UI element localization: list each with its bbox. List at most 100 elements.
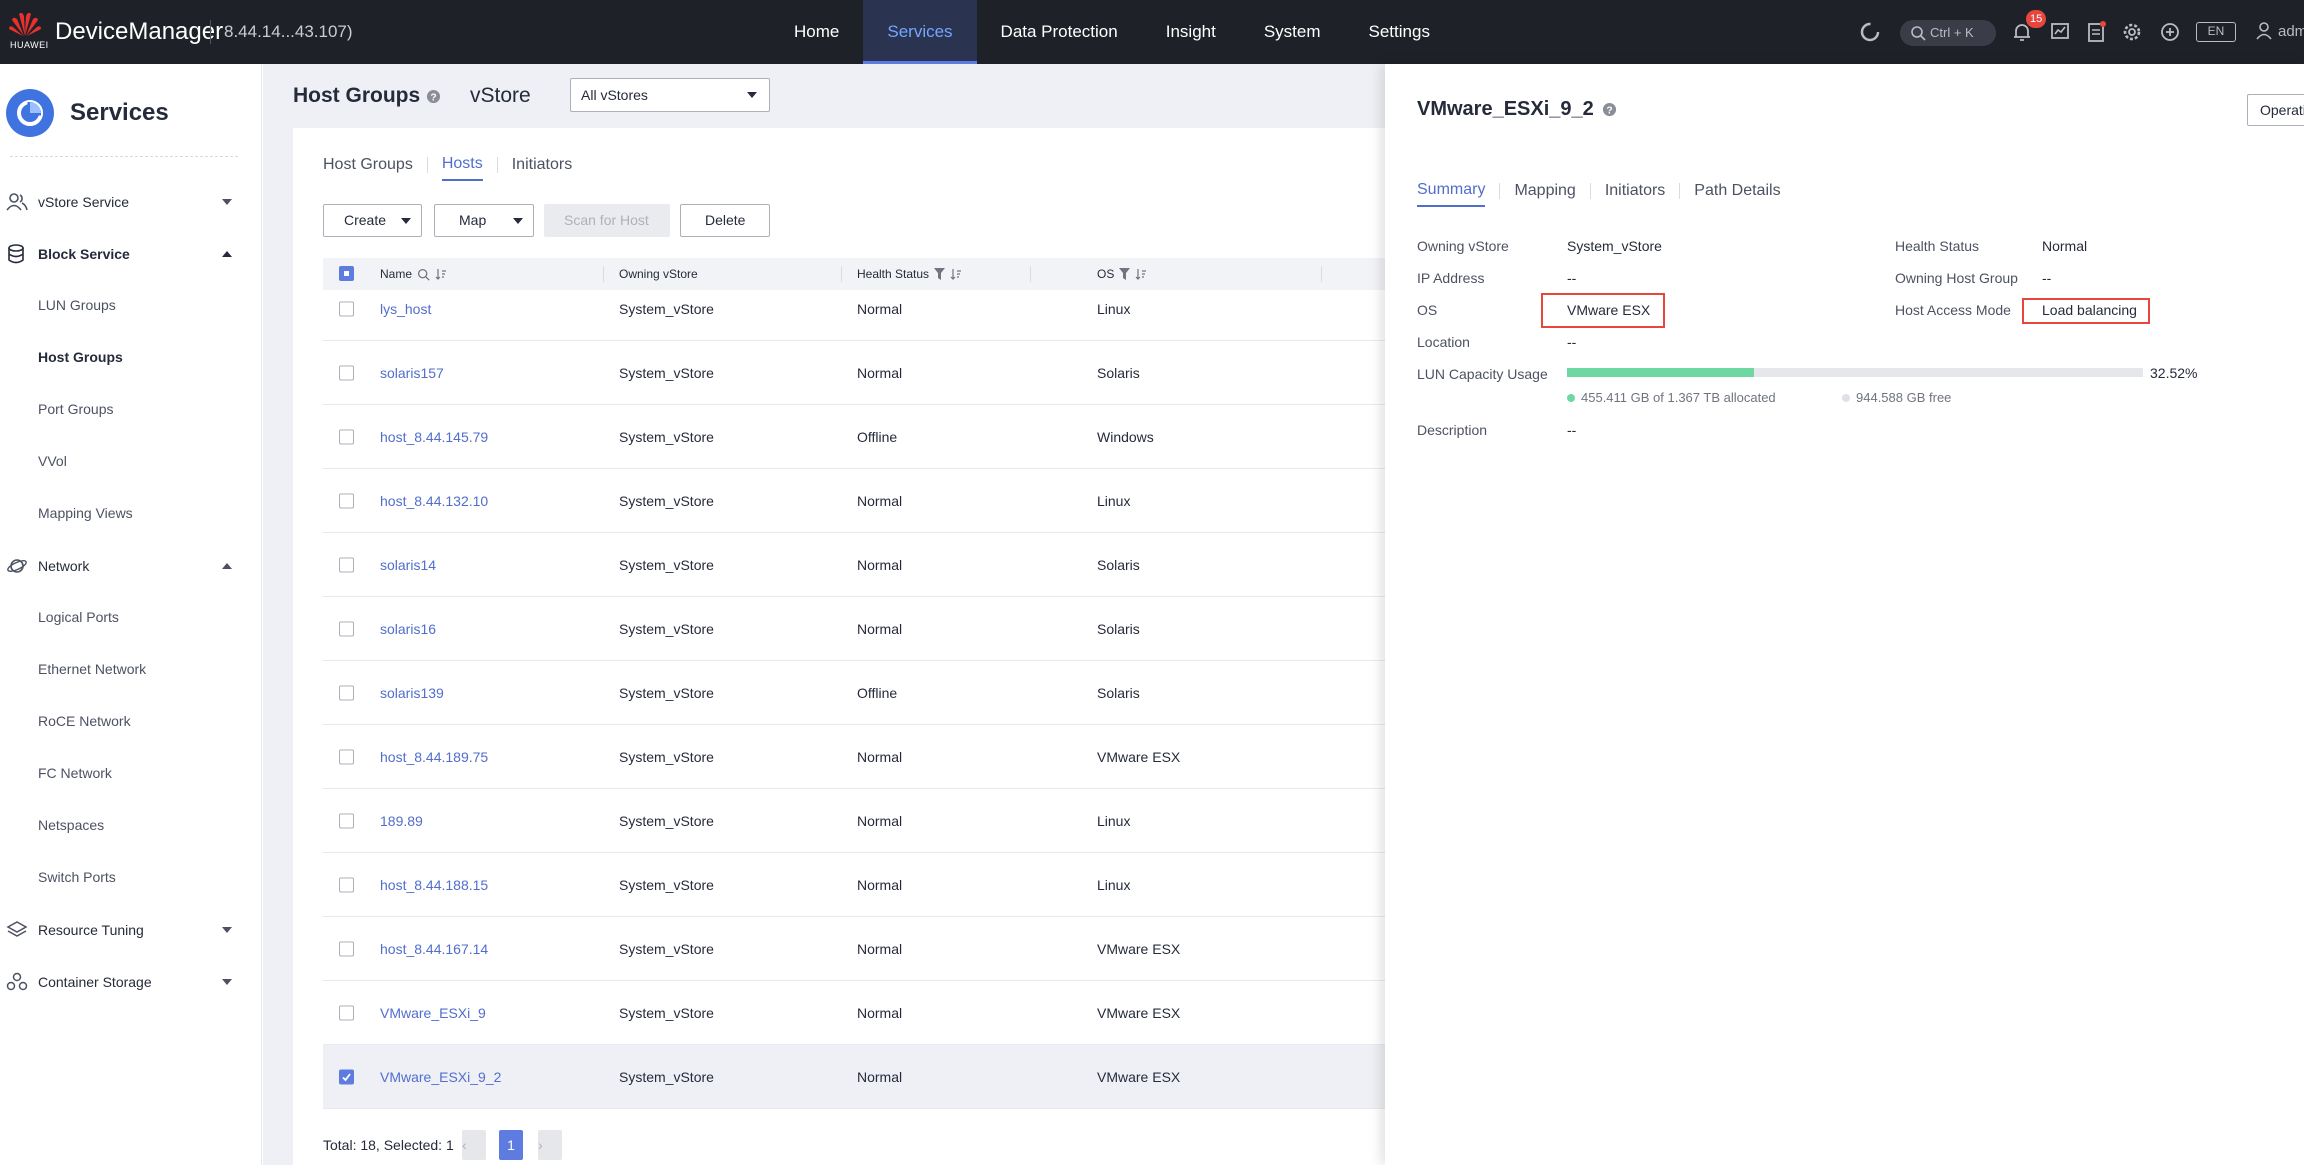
containers-icon — [6, 972, 28, 992]
row-checkbox[interactable] — [339, 429, 354, 444]
location-label: Location — [1417, 334, 1470, 350]
sidebar-item-container-storage[interactable]: Container Storage — [0, 964, 245, 1000]
nav-home[interactable]: Home — [770, 0, 863, 64]
help-icon[interactable]: ? — [1602, 102, 1617, 117]
page-number-button[interactable]: 1 — [499, 1130, 523, 1160]
host-name-link[interactable]: solaris157 — [380, 365, 444, 381]
table-row[interactable]: host_8.44.188.15 System_vStore Normal Li… — [323, 853, 1385, 917]
host-name-link[interactable]: host_8.44.189.75 — [380, 749, 488, 765]
os-cell: Linux — [1097, 812, 1131, 829]
operation-button[interactable]: Operati — [2247, 94, 2304, 126]
map-button[interactable]: Map — [434, 204, 534, 237]
vstore-select-value: All vStores — [581, 87, 648, 103]
sidebar: Services vStore Service Block Service LU… — [0, 64, 262, 1165]
table-row[interactable]: VMware_ESXi_9 System_vStore Normal VMwar… — [323, 981, 1385, 1045]
host-name-link[interactable]: host_8.44.167.14 — [380, 941, 488, 957]
divider — [10, 156, 238, 157]
add-circle-icon[interactable] — [2158, 20, 2182, 44]
tab-summary[interactable]: Summary — [1417, 181, 1486, 207]
host-name-link[interactable]: solaris16 — [380, 621, 436, 637]
row-checkbox[interactable] — [339, 877, 354, 892]
table-row[interactable]: solaris139 System_vStore Offline Solaris — [323, 661, 1385, 725]
host-name-link[interactable]: lys_host — [380, 301, 431, 317]
lun-capacity-bar — [1567, 368, 2143, 377]
sidebar-item-network[interactable]: Network — [0, 548, 245, 584]
table-row[interactable]: lys_host System_vStore Normal Linux — [323, 277, 1385, 341]
owning-vstore-cell: System_vStore — [619, 620, 714, 637]
monitor-chart-icon[interactable] — [2048, 20, 2072, 44]
task-list-icon[interactable] — [2084, 20, 2108, 44]
row-checkbox[interactable] — [339, 1005, 354, 1020]
row-checkbox[interactable] — [339, 365, 354, 380]
host-name-link[interactable]: host_8.44.132.10 — [380, 493, 488, 509]
health-status-cell: Offline — [857, 428, 898, 445]
row-checkbox[interactable] — [339, 301, 354, 316]
sidebar-item-mapping-views[interactable]: Mapping Views — [0, 496, 245, 530]
row-checkbox[interactable] — [339, 493, 354, 508]
table-row[interactable]: solaris14 System_vStore Normal Solaris — [323, 533, 1385, 597]
tab-hosts[interactable]: Hosts — [441, 155, 483, 181]
nav-services[interactable]: Services — [863, 0, 977, 64]
vstore-select[interactable]: All vStores — [570, 78, 770, 112]
table-row[interactable]: host_8.44.189.75 System_vStore Normal VM… — [323, 725, 1385, 789]
chevron-up-icon — [222, 563, 232, 569]
table-row[interactable]: host_8.44.167.14 System_vStore Normal VM… — [323, 917, 1385, 981]
host-name-link[interactable]: host_8.44.145.79 — [380, 429, 488, 445]
table-row[interactable]: solaris16 System_vStore Normal Solaris — [323, 597, 1385, 661]
sidebar-item-roce-network[interactable]: RoCE Network — [0, 704, 245, 738]
table-row[interactable]: host_8.44.132.10 System_vStore Normal Li… — [323, 469, 1385, 533]
sidebar-item-fc-network[interactable]: FC Network — [0, 756, 245, 790]
host-name-link[interactable]: solaris14 — [380, 557, 436, 573]
scan-for-host-button[interactable]: Scan for Host — [544, 204, 670, 237]
tab-mapping[interactable]: Mapping — [1514, 182, 1575, 206]
tab-path-details[interactable]: Path Details — [1694, 182, 1780, 206]
delete-button[interactable]: Delete — [680, 204, 770, 237]
sidebar-item-lun-groups[interactable]: LUN Groups — [0, 288, 245, 322]
global-search[interactable]: Ctrl + K — [1900, 20, 1996, 46]
host-name-link[interactable]: VMware_ESXi_9 — [380, 1005, 486, 1021]
table-row[interactable]: solaris157 System_vStore Normal Solaris — [323, 341, 1385, 405]
sidebar-item-vvol[interactable]: VVol — [0, 444, 245, 478]
sidebar-item-vstore-service[interactable]: vStore Service — [0, 184, 245, 220]
tab-initiators[interactable]: Initiators — [512, 156, 572, 180]
table-row[interactable]: host_8.44.145.79 System_vStore Offline W… — [323, 405, 1385, 469]
sidebar-item-switch-ports[interactable]: Switch Ports — [0, 860, 245, 894]
next-page-button[interactable]: › — [538, 1130, 562, 1160]
row-checkbox[interactable] — [339, 621, 354, 636]
sidebar-item-resource-tuning[interactable]: Resource Tuning — [0, 912, 245, 948]
nav-insight[interactable]: Insight — [1142, 0, 1240, 64]
host-name-link[interactable]: host_8.44.188.15 — [380, 877, 488, 893]
gear-icon[interactable] — [2120, 20, 2144, 44]
sidebar-item-logical-ports[interactable]: Logical Ports — [0, 600, 245, 634]
table-row[interactable]: 189.89 System_vStore Normal Linux — [323, 789, 1385, 853]
language-switch[interactable]: EN — [2196, 22, 2236, 42]
user-menu[interactable]: adm — [2256, 22, 2304, 40]
row-checkbox[interactable] — [339, 1069, 354, 1084]
user-name: adm — [2278, 22, 2304, 40]
host-name-link[interactable]: 189.89 — [380, 813, 423, 829]
host-name-link[interactable]: VMware_ESXi_9_2 — [380, 1069, 501, 1085]
tab-initiators[interactable]: Initiators — [1605, 182, 1665, 206]
owning-vstore-cell: System_vStore — [619, 364, 714, 381]
nav-settings[interactable]: Settings — [1345, 0, 1454, 64]
refresh-status-icon[interactable] — [1858, 20, 1882, 44]
nav-data-protection[interactable]: Data Protection — [977, 0, 1142, 64]
row-checkbox[interactable] — [339, 685, 354, 700]
row-checkbox[interactable] — [339, 749, 354, 764]
row-checkbox[interactable] — [339, 941, 354, 956]
sidebar-item-block-service[interactable]: Block Service — [0, 236, 245, 272]
host-name-link[interactable]: solaris139 — [380, 685, 444, 701]
row-checkbox[interactable] — [339, 813, 354, 828]
sidebar-item-port-groups[interactable]: Port Groups — [0, 392, 245, 426]
nav-system[interactable]: System — [1240, 0, 1345, 64]
sidebar-item-netspaces[interactable]: Netspaces — [0, 808, 245, 842]
row-checkbox[interactable] — [339, 557, 354, 572]
table-row[interactable]: VMware_ESXi_9_2 System_vStore Normal VMw… — [323, 1045, 1385, 1109]
user-icon — [2256, 22, 2272, 40]
help-icon[interactable]: ? — [426, 89, 441, 104]
tab-host-groups[interactable]: Host Groups — [323, 156, 413, 180]
prev-page-button[interactable]: ‹ — [462, 1130, 486, 1160]
sidebar-item-ethernet-network[interactable]: Ethernet Network — [0, 652, 245, 686]
sidebar-item-host-groups[interactable]: Host Groups — [0, 340, 245, 374]
create-button[interactable]: Create — [323, 204, 422, 237]
